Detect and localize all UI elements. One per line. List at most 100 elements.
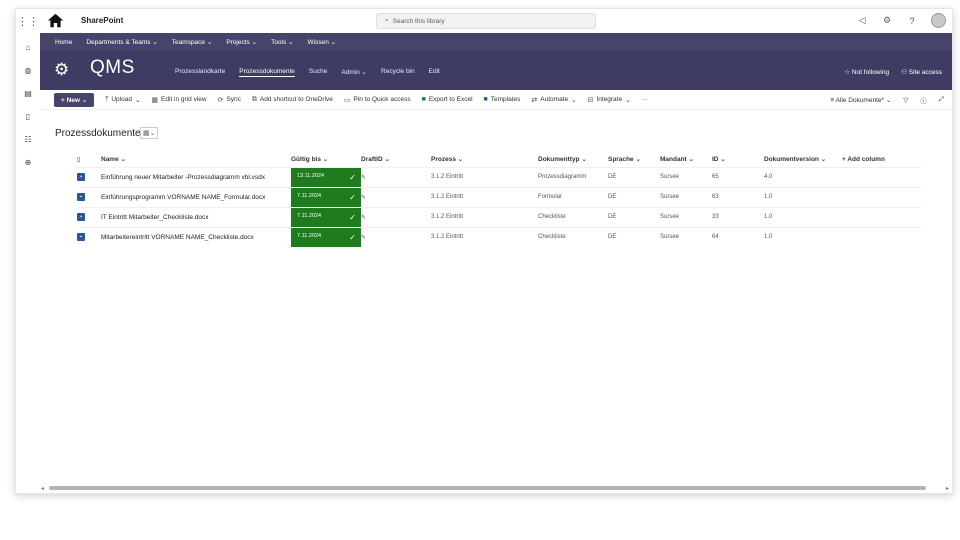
sitenav-item-edit[interactable]: Edit [429, 68, 440, 77]
sitenav-item-recycle-bin[interactable]: Recycle bin [381, 68, 415, 77]
help-icon[interactable]: ? [906, 16, 918, 26]
table-row[interactable]: ▪ Mitarbeitereintritt VORNAME NAME_Check… [77, 226, 922, 247]
version-cell: 1.0 [764, 226, 842, 247]
prozess-cell: 3.1.2 Eintritt [431, 166, 538, 187]
search-placeholder: Search this library [392, 17, 445, 25]
add-icon[interactable]: ⊕ [16, 158, 40, 171]
app-brand[interactable]: SharePoint [81, 16, 123, 25]
draft-icon[interactable]: ✎ [361, 226, 431, 247]
expand-icon[interactable]: ⤢ [939, 96, 944, 104]
draft-icon[interactable]: ✎ [361, 206, 431, 227]
add-column-button[interactable]: + Add column [842, 152, 922, 167]
column-header-prozess[interactable]: Prozess ⌄ [431, 152, 538, 167]
topnav-item-projects[interactable]: Projects ⌄ [226, 38, 257, 46]
integrate-button[interactable]: ⊟ Integrate ⌄ [588, 96, 631, 104]
document-table: ▯ Name ⌄ Gültig bis ⌄ DraftID ⌄ Prozess … [77, 152, 922, 247]
column-header-name[interactable]: Name ⌄ [101, 152, 291, 167]
file-name[interactable]: Mitarbeitereintritt VORNAME NAME_Checkli… [101, 226, 291, 247]
shortcut-icon: ⧉ [251, 95, 257, 103]
settings-icon[interactable]: ⚙ [881, 15, 893, 26]
new-button[interactable]: + New ⌄ [54, 92, 95, 107]
sitenav-item-suche[interactable]: Suche [309, 68, 327, 77]
app-launcher-icon[interactable]: ⋮⋮ [16, 9, 40, 33]
version-cell: 4.0 [764, 166, 842, 187]
check-icon: ✓ [349, 172, 356, 182]
horizontal-scrollbar[interactable] [49, 486, 926, 490]
upload-button[interactable]: ⤒ Upload ⌄ [105, 96, 140, 104]
draft-icon[interactable]: ✎ [361, 166, 431, 187]
news-icon[interactable]: ▤ [16, 89, 40, 102]
topnav-item-tools[interactable]: Tools ⌄ [271, 38, 293, 46]
mandant-cell: Sursee [660, 166, 712, 187]
id-cell: 65 [712, 166, 764, 187]
sitenav-item-admin[interactable]: Admin ⌄ [341, 68, 367, 77]
app-rail: ⌂ ◍ ▤ ▯ ☷ ⊕ [16, 33, 40, 493]
site-nav: Prozesslandkarte Prozessdokumente Suche … [175, 68, 440, 77]
site-actions: ☆ Not following ⚇ Site access [844, 68, 942, 76]
topnav-item-wissen[interactable]: Wissen ⌄ [308, 38, 337, 46]
gueltig-cell: 7.11.2024 ✓ [291, 226, 361, 247]
add-shortcut-button[interactable]: ⧉ Add shortcut to OneDrive [252, 96, 333, 104]
site-access-button[interactable]: ⚇ Site access [901, 68, 942, 76]
upload-icon: ⤒ [105, 95, 109, 103]
column-header-gueltig[interactable]: Gültig bis ⌄ [291, 152, 361, 167]
export-excel-button[interactable]: ■ Export to Excel [422, 96, 473, 103]
column-header-mandant[interactable]: Mandant ⌄ [660, 152, 712, 167]
megaphone-icon[interactable]: ◁ [856, 15, 868, 26]
lists-icon[interactable]: ☷ [16, 135, 40, 148]
hub-top-nav: Home Departments & Teams ⌄ Teamspace ⌄ P… [40, 33, 952, 51]
draft-icon[interactable]: ✎ [361, 186, 431, 207]
table-row[interactable]: ▪ Einführung neuer Mitarbeiter -Prozessd… [77, 166, 922, 187]
home-icon[interactable]: ⌂ [16, 43, 40, 56]
globe-icon[interactable]: ◍ [16, 66, 40, 79]
site-title[interactable]: QMS [90, 57, 135, 79]
topnav-item-home[interactable]: Home [55, 39, 72, 46]
topnav-item-departments[interactable]: Departments & Teams ⌄ [86, 38, 157, 46]
info-icon[interactable]: ⓘ [920, 95, 927, 105]
gueltig-cell: 7.11.2024 ✓ [291, 206, 361, 227]
suite-actions: ◁ ⚙ ? [856, 13, 946, 28]
column-header-draftid[interactable]: DraftID ⌄ [361, 152, 431, 167]
word-icon: ▪ [77, 226, 101, 247]
file-name[interactable]: Einführungsprogramm VORNAME NAME_Formula… [101, 186, 291, 207]
templates-icon: ■ [483, 96, 488, 103]
typ-cell: Checkliste [538, 226, 608, 247]
sitenav-item-prozesslandkarte[interactable]: Prozesslandkarte [175, 68, 225, 77]
filter-icon[interactable]: ▽ [903, 96, 908, 104]
automate-button[interactable]: ⇄ Automate ⌄ [531, 96, 576, 104]
follow-button[interactable]: ☆ Not following [844, 68, 889, 76]
column-header-id[interactable]: ID ⌄ [712, 152, 764, 167]
search-box[interactable]: ⌕ Search this library [376, 13, 596, 29]
check-icon: ✓ [349, 232, 356, 242]
scroll-right-icon[interactable]: ▸ [946, 485, 949, 492]
file-icon[interactable]: ▯ [16, 112, 40, 125]
sitenav-item-prozessdokumente[interactable]: Prozessdokumente [239, 68, 295, 77]
library-view-icon[interactable]: ▦⌄ [140, 127, 159, 139]
templates-button[interactable]: ■ Templates [484, 96, 521, 103]
table-row[interactable]: ▪ Einführungsprogramm VORNAME NAME_Formu… [77, 186, 922, 207]
avatar[interactable] [931, 13, 946, 28]
version-cell: 1.0 [764, 206, 842, 227]
id-cell: 33 [712, 206, 764, 227]
column-header-dokumenttyp[interactable]: Dokumenttyp ⌄ [538, 152, 608, 167]
id-cell: 64 [712, 226, 764, 247]
sync-button[interactable]: ⟳ Sync [218, 96, 241, 104]
more-icon[interactable]: ··· [642, 96, 649, 103]
edit-grid-button[interactable]: ▦ Edit in grid view [151, 96, 206, 104]
gear-logo-icon[interactable]: ⚙ [54, 60, 69, 80]
scroll-left-icon[interactable]: ◂ [41, 485, 44, 492]
file-name[interactable]: Einführung neuer Mitarbeiter -Prozessdia… [101, 166, 291, 187]
file-type-header-icon[interactable]: ▯ [77, 152, 101, 167]
column-header-sprache[interactable]: Sprache ⌄ [608, 152, 660, 167]
version-cell: 1.0 [764, 186, 842, 207]
pin-button[interactable]: ▭ Pin to Quick access [344, 96, 411, 104]
home-logo-icon[interactable] [47, 12, 64, 29]
excel-icon: ■ [421, 96, 426, 103]
sprache-cell: DE [608, 206, 660, 227]
file-name[interactable]: IT Eintritt Mitarbeiter_Checkliste.docx [101, 206, 291, 227]
view-switcher[interactable]: ≡ Alle Dokumente* ⌄ [830, 96, 891, 104]
table-row[interactable]: ▪ IT Eintritt Mitarbeiter_Checkliste.doc… [77, 206, 922, 227]
column-header-dokumentversion[interactable]: Dokumentversion ⌄ [764, 152, 842, 167]
prozess-cell: 3.1.2 Eintritt [431, 186, 538, 207]
topnav-item-teamspace[interactable]: Teamspace ⌄ [172, 38, 213, 46]
